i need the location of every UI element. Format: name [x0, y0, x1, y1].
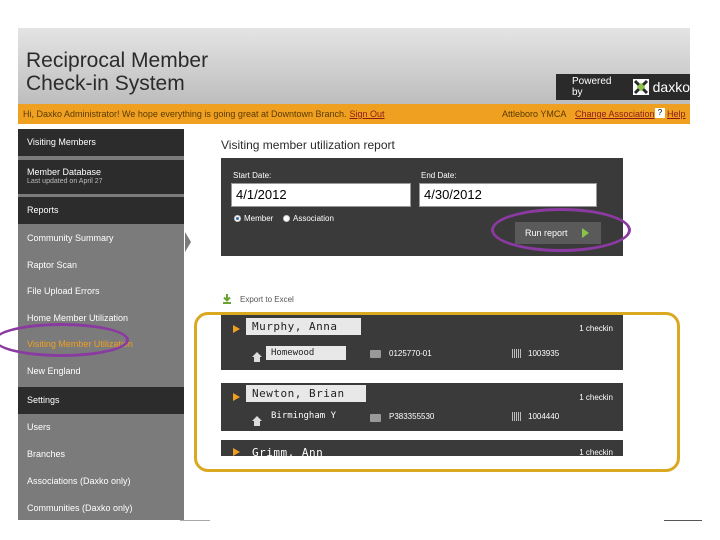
help-icon[interactable]: ? — [655, 108, 665, 118]
daxko-logo-icon — [632, 79, 649, 95]
sidebar-item-label: Users — [27, 422, 51, 432]
divider — [180, 520, 210, 521]
last-updated-text: Last updated on April 27 — [27, 178, 103, 185]
sidebar-item-new-england[interactable]: New England — [18, 358, 184, 385]
sidebar-item-label: Communities (Daxko only) — [27, 503, 133, 513]
sidebar-item-label: Raptor Scan — [27, 260, 78, 270]
start-date-label: Start Date: — [233, 171, 272, 180]
page-title: Visiting member utilization report — [221, 138, 395, 152]
app-title-line2: Check-in System — [26, 72, 185, 95]
highlight-annotation-results — [194, 312, 680, 472]
greeting-text: Hi, Daxko Administrator! We hope everyth… — [23, 109, 347, 119]
sidebar-item-raptor-scan[interactable]: Raptor Scan — [18, 252, 184, 279]
sidebar-item-settings[interactable]: Settings — [18, 387, 184, 414]
download-arrow-icon — [222, 294, 232, 304]
member-radio[interactable] — [234, 215, 241, 222]
sidebar-item-label: Community Summary — [27, 233, 114, 243]
highlight-annotation-nav — [0, 323, 129, 357]
sidebar-item-file-upload-errors[interactable]: File Upload Errors — [18, 278, 184, 305]
sign-out-link[interactable]: Sign Out — [350, 109, 385, 119]
divider — [664, 520, 702, 521]
sidebar-item-label: Settings — [27, 395, 60, 405]
brand-name: daxko — [652, 79, 690, 95]
sidebar-item-label: Member Database — [27, 167, 102, 177]
sidebar-item-label: Associations (Daxko only) — [27, 476, 131, 486]
app-title-line1: Reciprocal Member — [26, 49, 209, 72]
sidebar-item-label: File Upload Errors — [27, 286, 100, 296]
change-association-link[interactable]: Change Association — [575, 109, 655, 119]
sidebar-item-label: New England — [27, 366, 81, 376]
user-bar: Hi, Daxko Administrator! We hope everyth… — [18, 104, 690, 124]
start-date-input[interactable]: 4/1/2012 — [231, 183, 411, 207]
highlight-annotation-run-button — [491, 208, 631, 252]
help-link[interactable]: Help — [667, 109, 686, 119]
association-radio-label: Association — [293, 214, 334, 223]
export-label: Export to Excel — [240, 294, 294, 304]
export-to-excel-link[interactable]: Export to Excel — [222, 294, 294, 304]
sidebar-item-users[interactable]: Users — [18, 414, 184, 441]
sidebar-item-label: Reports — [27, 205, 59, 215]
sidebar-item-label: Home Member Utilization — [27, 313, 129, 323]
sidebar-item-member-database[interactable]: Member Database Last updated on April 27 — [18, 160, 184, 194]
association-radio[interactable] — [283, 215, 290, 222]
sidebar-item-label: Branches — [27, 449, 66, 459]
end-date-input[interactable]: 4/30/2012 — [419, 183, 597, 207]
sidebar-item-label: Visiting Members — [27, 137, 96, 147]
sidebar-item-communities[interactable]: Communities (Daxko only) — [18, 495, 184, 520]
sidebar-item-community-summary[interactable]: Community Summary — [18, 225, 184, 252]
end-date-label: End Date: — [421, 171, 457, 180]
active-nav-pointer-icon — [185, 232, 191, 252]
current-association: Attleboro YMCA — [502, 109, 567, 119]
sidebar-item-reports[interactable]: Reports — [18, 197, 184, 224]
powered-by-text: Powered by — [572, 76, 612, 98]
powered-by-badge: Powered by daxko — [556, 74, 690, 100]
app-header: Reciprocal Member Check-in System Powere… — [18, 28, 690, 104]
sidebar-item-associations[interactable]: Associations (Daxko only) — [18, 468, 184, 495]
sidebar-item-branches[interactable]: Branches — [18, 441, 184, 468]
member-radio-label: Member — [244, 214, 274, 223]
sidebar-item-visiting-members[interactable]: Visiting Members — [18, 129, 184, 156]
app-title: Reciprocal Member Check-in System — [26, 49, 208, 95]
